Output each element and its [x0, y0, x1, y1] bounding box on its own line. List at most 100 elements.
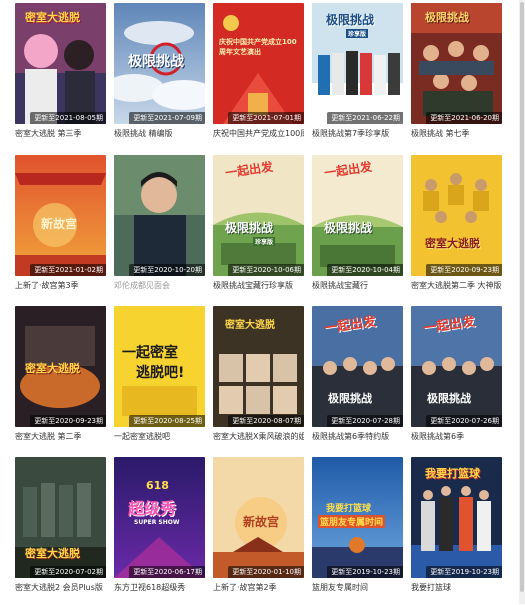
poster-subtitle: 珍享版: [253, 237, 276, 246]
poster-art: [213, 3, 304, 124]
video-card[interactable]: 一起出发 极限挑战 珍享版 更新至2020-10-06期 极限挑战宝藏行珍享版: [213, 155, 304, 303]
poster-logo: 极限挑战: [328, 392, 372, 405]
video-card[interactable]: 密室大逃脱 更新至2020-09-23期 密室大逃脱 第二季: [15, 306, 106, 454]
update-badge: 更新至2020-10-06期: [228, 264, 304, 276]
poster-subtitle: SUPER SHOW: [134, 519, 180, 526]
card-title[interactable]: 上新了·故宫第3季: [15, 280, 106, 291]
update-badge: 更新至2021-08-05期: [30, 112, 106, 124]
video-card[interactable]: 极限挑战 更新至2021-07-09期 极限挑战 精编版: [114, 3, 205, 151]
update-badge: 更新至2021-06-20期: [426, 112, 502, 124]
card-title[interactable]: 我要打篮球: [411, 582, 502, 593]
poster-art: [114, 155, 205, 276]
update-badge: 更新至2020-06-17期: [129, 566, 205, 578]
video-card[interactable]: 密室大逃脱 更新至2020-07-02期 密室大逃脱2 会员Plus版: [15, 457, 106, 605]
video-card[interactable]: 密室大逃脱 更新至2020-08-07期 密室大逃脱X乘风破浪的姐: [213, 306, 304, 454]
update-badge: 更新至2020-07-28期: [327, 415, 403, 427]
poster-logo: 极限挑战: [425, 11, 469, 24]
poster-image[interactable]: 更新至2020-10-20期: [114, 155, 205, 276]
poster-logo: 新故宫: [41, 217, 78, 231]
card-title[interactable]: 密室大逃脱 第二季: [15, 431, 106, 442]
update-badge: 更新至2020-08-07期: [228, 415, 304, 427]
update-badge: 更新至2021-07-09期: [129, 112, 205, 124]
video-card[interactable]: 我要打篮球 篮朋友专属时间 更新至2019-10-23期 篮朋友专属时间: [312, 457, 403, 605]
card-title[interactable]: 极限挑战第7季珍享版: [312, 128, 403, 139]
video-card[interactable]: 密室大逃脱 更新至2020-09-23期 密室大逃脱第二季 大神版: [411, 155, 502, 303]
card-title[interactable]: 密室大逃脱2 会员Plus版: [15, 582, 106, 593]
video-card[interactable]: 密室大逃脱 更新至2021-08-05期 密室大逃脱 第三季: [15, 3, 106, 151]
card-title[interactable]: 密室大逃脱第二季 大神版: [411, 280, 502, 291]
video-card[interactable]: 新故宫 更新至2021-01-02期 上新了·故宫第3季: [15, 155, 106, 303]
poster-logo: 密室大逃脱: [225, 320, 275, 331]
poster-caption-secondary: 逃脱吧!: [136, 365, 185, 381]
card-title[interactable]: 极限挑战 第七季: [411, 128, 502, 139]
poster-image[interactable]: 我要打篮球 更新至2019-10-23期: [411, 457, 502, 578]
poster-logo: 新故宫: [243, 515, 280, 529]
update-badge: 更新至2021-06-22期: [327, 112, 403, 124]
video-card[interactable]: 极限挑战 珍享版 更新至2021-06-22期 极限挑战第7季珍享版: [312, 3, 403, 151]
poster-image[interactable]: 一起密室 逃脱吧! 更新至2020-08-25期: [114, 306, 205, 427]
poster-image[interactable]: 一起出发 极限挑战 更新至2020-10-04期: [312, 155, 403, 276]
video-grid: 密室大逃脱 更新至2021-08-05期 密室大逃脱 第三季 极限挑战 更新至2…: [0, 0, 525, 604]
poster-image[interactable]: 密室大逃脱 更新至2020-08-07期: [213, 306, 304, 427]
card-title[interactable]: 篮朋友专属时间: [312, 582, 403, 593]
poster-image[interactable]: 极限挑战 更新至2021-06-20期: [411, 3, 502, 124]
video-card[interactable]: 更新至2020-10-20期 邓伦成都见面会: [114, 155, 205, 303]
update-badge: 更新至2020-07-26期: [426, 415, 502, 427]
poster-caption: 庆祝中国共产党成立100周年文艺演出: [219, 38, 297, 56]
poster-logo: 极限挑战: [324, 221, 373, 235]
update-badge: 更新至2021-01-02期: [30, 264, 106, 276]
poster-logo: 极限挑战: [128, 54, 184, 70]
update-badge: 更新至2020-08-25期: [129, 415, 205, 427]
poster-image[interactable]: 618 超级秀 SUPER SHOW 更新至2020-06-17期: [114, 457, 205, 578]
video-card[interactable]: 我要打篮球 更新至2019-10-23期 我要打篮球: [411, 457, 502, 605]
poster-image[interactable]: 一起出发 极限挑战 更新至2020-07-28期: [312, 306, 403, 427]
scrollbar-thumb[interactable]: [520, 2, 524, 592]
poster-logo: 密室大逃脱: [25, 362, 80, 375]
poster-image[interactable]: 极限挑战 珍享版 更新至2021-06-22期: [312, 3, 403, 124]
video-card[interactable]: 新故宫 更新至2020-01-10期 上新了·故宫第2季: [213, 457, 304, 605]
poster-image[interactable]: 密室大逃脱 更新至2020-09-23期: [411, 155, 502, 276]
update-badge: 更新至2020-09-23期: [426, 264, 502, 276]
update-badge: 更新至2019-10-23期: [327, 566, 403, 578]
card-title[interactable]: 密室大逃脱X乘风破浪的姐: [213, 431, 304, 442]
card-title[interactable]: 东方卫视618超级秀: [114, 582, 205, 593]
update-badge: 更新至2019-10-23期: [426, 566, 502, 578]
video-card[interactable]: 极限挑战 更新至2021-06-20期 极限挑战 第七季: [411, 3, 502, 151]
card-title[interactable]: 极限挑战第6季: [411, 431, 502, 442]
card-title[interactable]: 上新了·故宫第2季: [213, 582, 304, 593]
poster-caption: 一起密室: [122, 345, 178, 361]
video-card[interactable]: 618 超级秀 SUPER SHOW 更新至2020-06-17期 东方卫视61…: [114, 457, 205, 605]
vertical-scrollbar[interactable]: [519, 0, 525, 604]
video-card[interactable]: 一起出发 极限挑战 更新至2020-07-26期 极限挑战第6季: [411, 306, 502, 454]
poster-image[interactable]: 密室大逃脱 更新至2021-08-05期: [15, 3, 106, 124]
card-title[interactable]: 密室大逃脱 第三季: [15, 128, 106, 139]
update-badge: 更新至2020-07-02期: [30, 566, 106, 578]
poster-logo: 极限挑战: [326, 13, 375, 27]
update-badge: 更新至2020-01-10期: [228, 566, 304, 578]
poster-image[interactable]: 新故宫 更新至2021-01-02期: [15, 155, 106, 276]
card-title[interactable]: 极限挑战 精编版: [114, 128, 205, 139]
poster-subtitle: 珍享版: [346, 29, 369, 38]
video-card[interactable]: 一起密室 逃脱吧! 更新至2020-08-25期 一起密室逃脱吧: [114, 306, 205, 454]
video-card[interactable]: 庆祝中国共产党成立100周年文艺演出 更新至2021-07-01期 庆祝中国共产…: [213, 3, 304, 151]
poster-image[interactable]: 我要打篮球 篮朋友专属时间 更新至2019-10-23期: [312, 457, 403, 578]
card-title[interactable]: 极限挑战宝藏行: [312, 280, 403, 291]
poster-image[interactable]: 庆祝中国共产党成立100周年文艺演出 更新至2021-07-01期: [213, 3, 304, 124]
poster-image[interactable]: 新故宫 更新至2020-01-10期: [213, 457, 304, 578]
update-badge: 更新至2021-07-01期: [228, 112, 304, 124]
poster-image[interactable]: 一起出发 极限挑战 珍享版 更新至2020-10-06期: [213, 155, 304, 276]
card-title[interactable]: 极限挑战第6季特约版: [312, 431, 403, 442]
card-title[interactable]: 一起密室逃脱吧: [114, 431, 205, 442]
update-badge: 更新至2020-10-20期: [129, 264, 205, 276]
card-title[interactable]: 邓伦成都见面会: [114, 280, 205, 291]
video-card[interactable]: 一起出发 极限挑战 更新至2020-10-04期 极限挑战宝藏行: [312, 155, 403, 303]
poster-image[interactable]: 密室大逃脱 更新至2020-07-02期: [15, 457, 106, 578]
card-title[interactable]: 极限挑战宝藏行珍享版: [213, 280, 304, 291]
poster-image[interactable]: 一起出发 极限挑战 更新至2020-07-26期: [411, 306, 502, 427]
poster-art: [411, 155, 502, 276]
poster-image[interactable]: 极限挑战 更新至2021-07-09期: [114, 3, 205, 124]
card-title[interactable]: 庆祝中国共产党成立100周: [213, 128, 304, 139]
video-card[interactable]: 一起出发 极限挑战 更新至2020-07-28期 极限挑战第6季特约版: [312, 306, 403, 454]
poster-caption-secondary: 超级秀: [128, 499, 177, 518]
poster-image[interactable]: 密室大逃脱 更新至2020-09-23期: [15, 306, 106, 427]
